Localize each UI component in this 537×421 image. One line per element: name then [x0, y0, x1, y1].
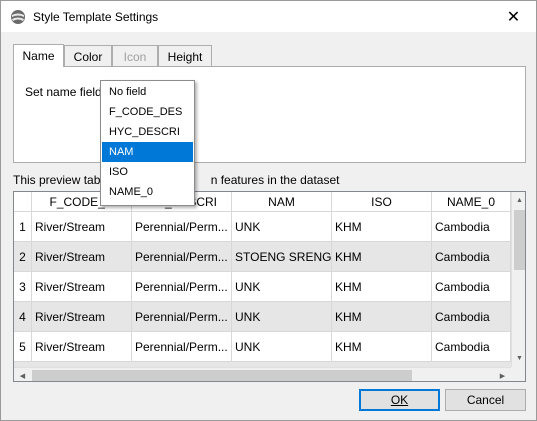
column-header-name-0[interactable]: NAME_0	[432, 192, 511, 212]
scroll-right-icon[interactable]: ▶	[494, 368, 511, 381]
cancel-button[interactable]: Cancel	[445, 389, 526, 411]
cancel-button-label: Cancel	[466, 393, 505, 407]
column-header-nam[interactable]: NAM	[232, 192, 332, 212]
tab-name[interactable]: Name	[13, 44, 64, 67]
table-cell[interactable]: River/Stream	[32, 332, 132, 362]
globe-icon	[10, 9, 26, 25]
horizontal-scroll-thumb[interactable]	[32, 370, 412, 381]
table-cell[interactable]: UNK	[232, 272, 332, 302]
table-cell[interactable]: Perennial/Perm...	[132, 272, 232, 302]
name-field-dropdown-list[interactable]: No field F_CODE_DES HYC_DESCRI NAM ISO N…	[100, 80, 195, 206]
row-header[interactable]: 5	[14, 332, 32, 362]
scroll-up-icon[interactable]: ▲	[512, 192, 525, 209]
table-cell[interactable]: Cambodia	[432, 302, 511, 332]
row-header[interactable]: 3	[14, 272, 32, 302]
table-cell[interactable]: Cambodia	[432, 212, 511, 242]
table-cell[interactable]: River/Stream	[32, 272, 132, 302]
ok-button-label: OK	[390, 393, 409, 407]
column-header-iso[interactable]: ISO	[332, 192, 432, 212]
table-cell[interactable]: KHM	[332, 272, 432, 302]
table-cell[interactable]: KHM	[332, 212, 432, 242]
ok-button[interactable]: OK	[359, 389, 440, 411]
column-header-label: ISO	[371, 194, 392, 209]
table-cell[interactable]: KHM	[332, 242, 432, 272]
window-title: Style Template Settings	[33, 10, 159, 24]
table-cell[interactable]: Perennial/Perm...	[132, 242, 232, 272]
table-cell[interactable]: River/Stream	[32, 212, 132, 242]
table-cell[interactable]: KHM	[332, 302, 432, 332]
table-cell[interactable]: UNK	[232, 302, 332, 332]
table-cell[interactable]: Perennial/Perm...	[132, 212, 232, 242]
table-cell[interactable]: STOENG SRENG	[232, 242, 332, 272]
scroll-left-icon[interactable]: ◀	[14, 368, 31, 381]
tab-icon: Icon	[112, 45, 158, 67]
dropdown-option-no-field[interactable]: No field	[102, 82, 193, 102]
dropdown-option-iso[interactable]: ISO	[102, 162, 193, 182]
row-header[interactable]: 4	[14, 302, 32, 332]
table-cell[interactable]: KHM	[332, 332, 432, 362]
tab-icon-label: Icon	[123, 49, 147, 64]
column-header-label: NAME_0	[446, 194, 496, 209]
scroll-corner	[511, 367, 525, 381]
dropdown-option-hyc-descri[interactable]: HYC_DESCRI	[102, 122, 193, 142]
row-header[interactable]: 2	[14, 242, 32, 272]
vertical-scrollbar[interactable]: ▲ ▼	[511, 192, 525, 367]
preview-text-start: This preview table	[13, 173, 110, 187]
dropdown-option-name-0[interactable]: NAME_0	[102, 182, 193, 202]
table-cell[interactable]: Perennial/Perm...	[132, 302, 232, 332]
table-corner[interactable]	[14, 192, 32, 212]
dialog-window: Style Template Settings ✕ Name Color Ico…	[0, 0, 537, 421]
table-cell[interactable]: Perennial/Perm...	[132, 332, 232, 362]
tab-color-label: Color	[73, 49, 103, 64]
column-header-label: NAM	[268, 194, 295, 209]
tab-name-label: Name	[22, 49, 55, 63]
dropdown-option-nam[interactable]: NAM	[102, 142, 193, 162]
table-cell[interactable]: Cambodia	[432, 242, 511, 272]
row-header[interactable]: 1	[14, 212, 32, 242]
tab-height[interactable]: Height	[158, 45, 212, 67]
table-cell[interactable]: River/Stream	[32, 302, 132, 332]
vertical-scroll-thumb[interactable]	[514, 210, 525, 270]
preview-text-end: n features in the dataset	[210, 173, 340, 187]
horizontal-scrollbar[interactable]: ◀ ▶	[14, 367, 511, 381]
tab-height-label: Height	[167, 49, 203, 64]
table-cell[interactable]: UNK	[232, 332, 332, 362]
dropdown-option-f-code-des[interactable]: F_CODE_DES	[102, 102, 193, 122]
tab-color[interactable]: Color	[64, 45, 112, 67]
close-icon[interactable]: ✕	[491, 1, 536, 32]
table-cell[interactable]: River/Stream	[32, 242, 132, 272]
preview-table[interactable]: F_CODE_D _DESCRI NAM ISO NAME_0 1 River/…	[13, 191, 526, 382]
table-cell[interactable]: Cambodia	[432, 332, 511, 362]
set-name-field-label: Set name field	[25, 85, 102, 99]
title-bar[interactable]: Style Template Settings ✕	[1, 1, 536, 32]
name-tab-panel: Set name field	[13, 66, 526, 163]
table-cell[interactable]: UNK	[232, 212, 332, 242]
table-cell[interactable]: Cambodia	[432, 272, 511, 302]
scroll-down-icon[interactable]: ▼	[512, 350, 525, 367]
